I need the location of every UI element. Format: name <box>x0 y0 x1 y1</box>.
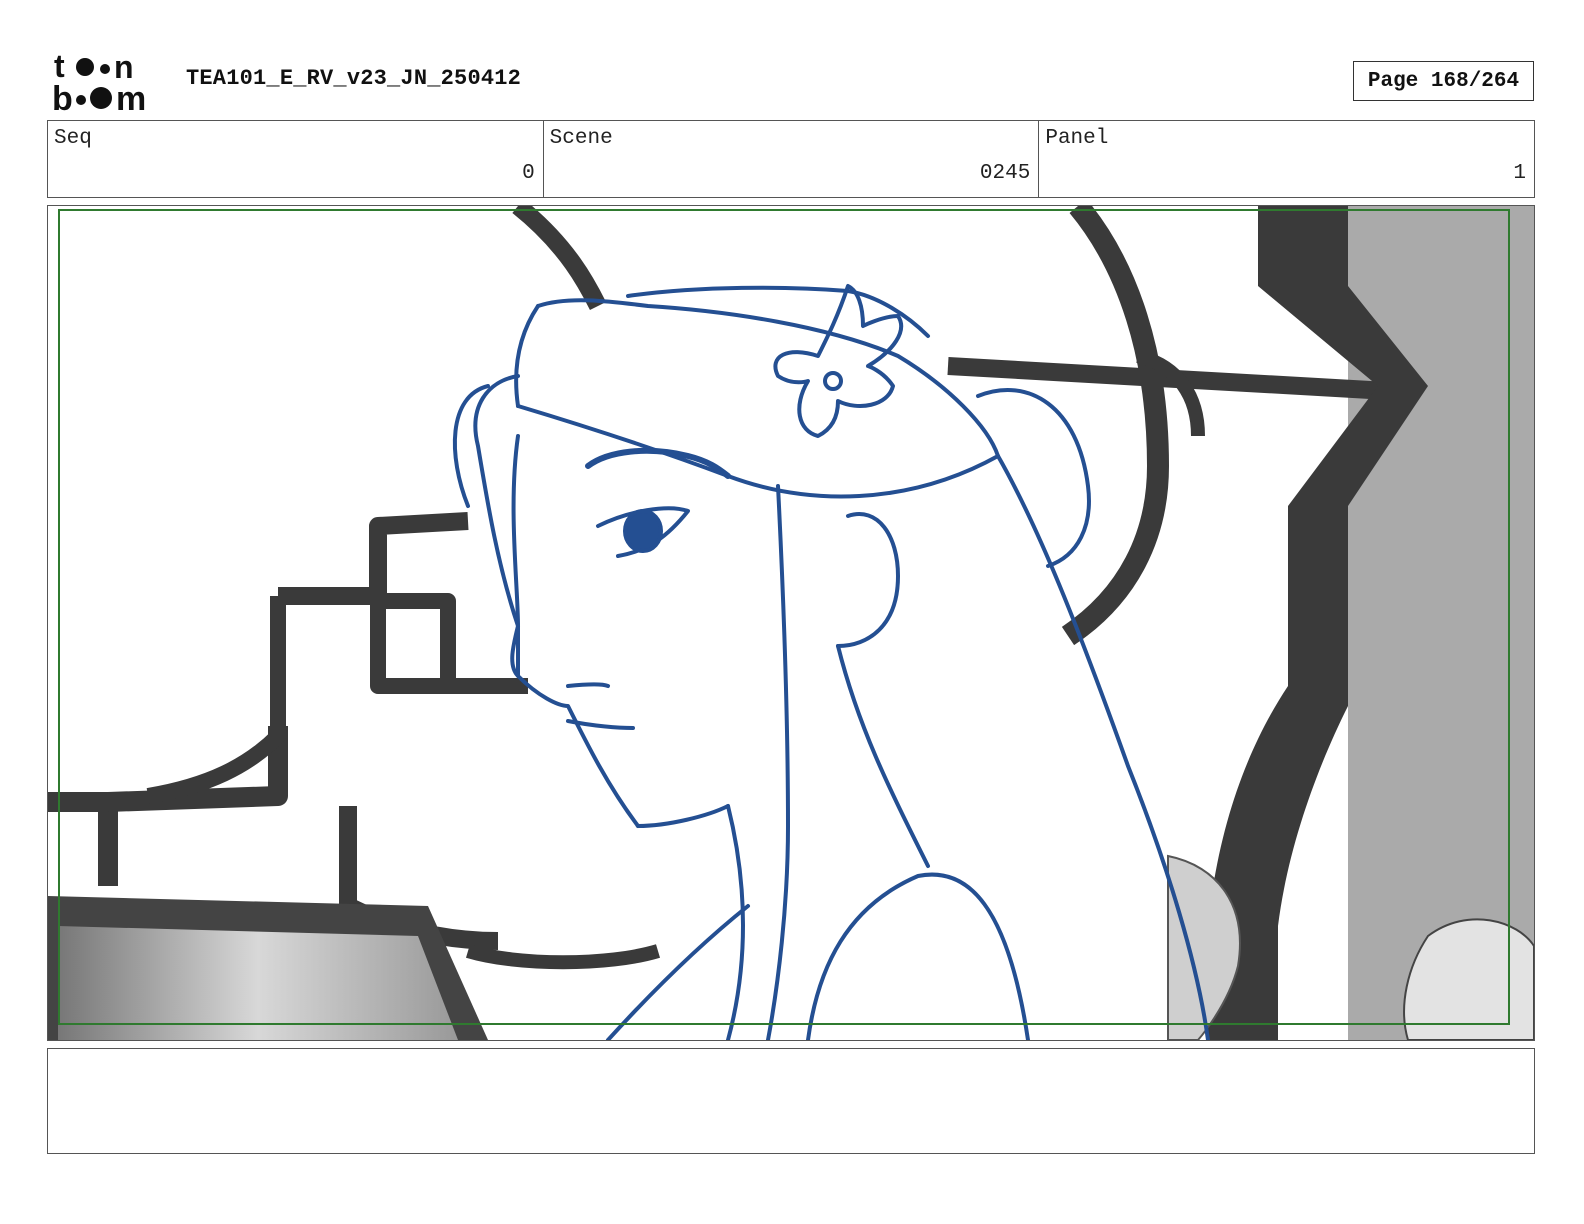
scene-label: Scene <box>549 127 613 150</box>
scene-value: 0245 <box>979 162 1031 185</box>
panel-label: Panel <box>1045 127 1109 150</box>
shot-info-row: Seq 0 Scene 0245 Panel 1 <box>47 120 1535 198</box>
panel-value: 1 <box>1513 162 1527 185</box>
document-title: TEA101_E_RV_v23_JN_250412 <box>186 66 522 91</box>
panel-artwork <box>48 206 1534 1040</box>
scene-cell: Scene 0245 <box>544 121 1040 197</box>
toonboom-logo: t n b m <box>52 50 146 114</box>
seq-cell: Seq 0 <box>48 121 544 197</box>
panel-cell: Panel 1 <box>1039 121 1534 197</box>
seq-value: 0 <box>522 162 535 185</box>
svg-text:b: b <box>52 80 73 114</box>
page-indicator: Page 168/264 <box>1353 61 1534 101</box>
window-lattice <box>48 206 1389 970</box>
storyboard-panel <box>47 205 1535 1041</box>
page-label: Page 168/264 <box>1367 69 1520 93</box>
character-sketch <box>452 284 1210 1040</box>
seq-label: Seq <box>54 127 92 150</box>
caption-box <box>47 1048 1535 1154</box>
svg-text:t: t <box>54 50 65 84</box>
svg-text:m: m <box>116 80 146 114</box>
